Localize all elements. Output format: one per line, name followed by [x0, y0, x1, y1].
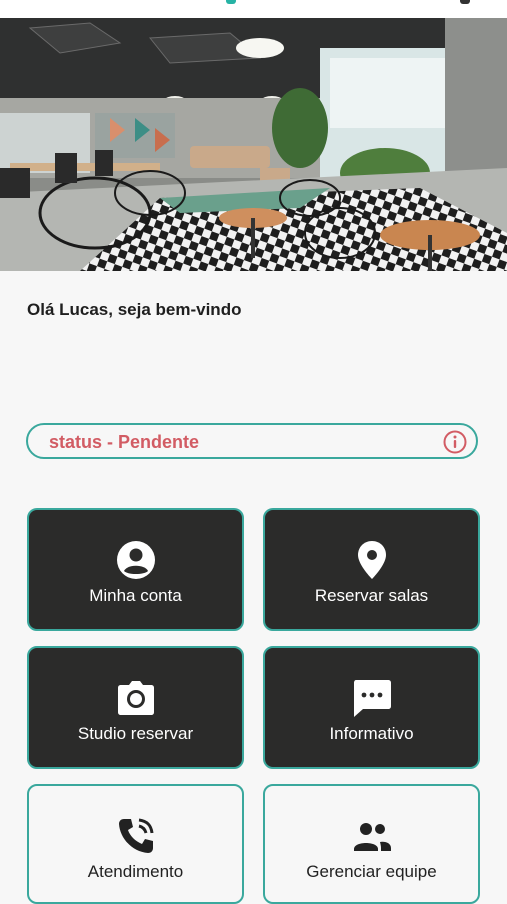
chat-bubble-icon: [353, 680, 391, 717]
info-circle-icon[interactable]: [443, 430, 467, 454]
menu-tile-label: Reservar salas: [314, 586, 429, 605]
status-text: status - Pendente: [49, 432, 200, 452]
menu-tile-studio-reservar[interactable]: Studio reservar: [27, 646, 244, 769]
menu-tile-atendimento[interactable]: Atendimento: [27, 784, 244, 904]
menu-tile-label: Gerenciar equipe: [306, 862, 437, 881]
location-pin-icon: [357, 541, 386, 579]
phone-call-icon: [118, 818, 153, 853]
menu-tile-label: Informativo: [329, 724, 414, 743]
menu-tile-minha-conta[interactable]: Minha conta: [27, 508, 244, 631]
account-circle-icon: [116, 541, 155, 579]
menu-tile-label: Studio reservar: [77, 724, 194, 743]
top-app-bar: [0, 0, 507, 18]
team-icon: [353, 823, 391, 851]
menu-tile-reservar-salas[interactable]: Reservar salas: [263, 508, 480, 631]
status-banner[interactable]: status - Pendente: [26, 423, 478, 459]
app-bar-icon-fragment: [460, 0, 470, 4]
hero-image-coworking: [0, 18, 507, 271]
camera-icon: [117, 681, 154, 715]
menu-tile-label: Atendimento: [87, 862, 184, 881]
greeting-text: Olá Lucas, seja bem-vindo: [27, 300, 242, 319]
menu-tile-gerenciar-equipe[interactable]: Gerenciar equipe: [263, 784, 480, 904]
menu-tile-label: Minha conta: [89, 586, 182, 605]
app-logo-fragment: [226, 0, 236, 4]
menu-tile-informativo[interactable]: Informativo: [263, 646, 480, 769]
